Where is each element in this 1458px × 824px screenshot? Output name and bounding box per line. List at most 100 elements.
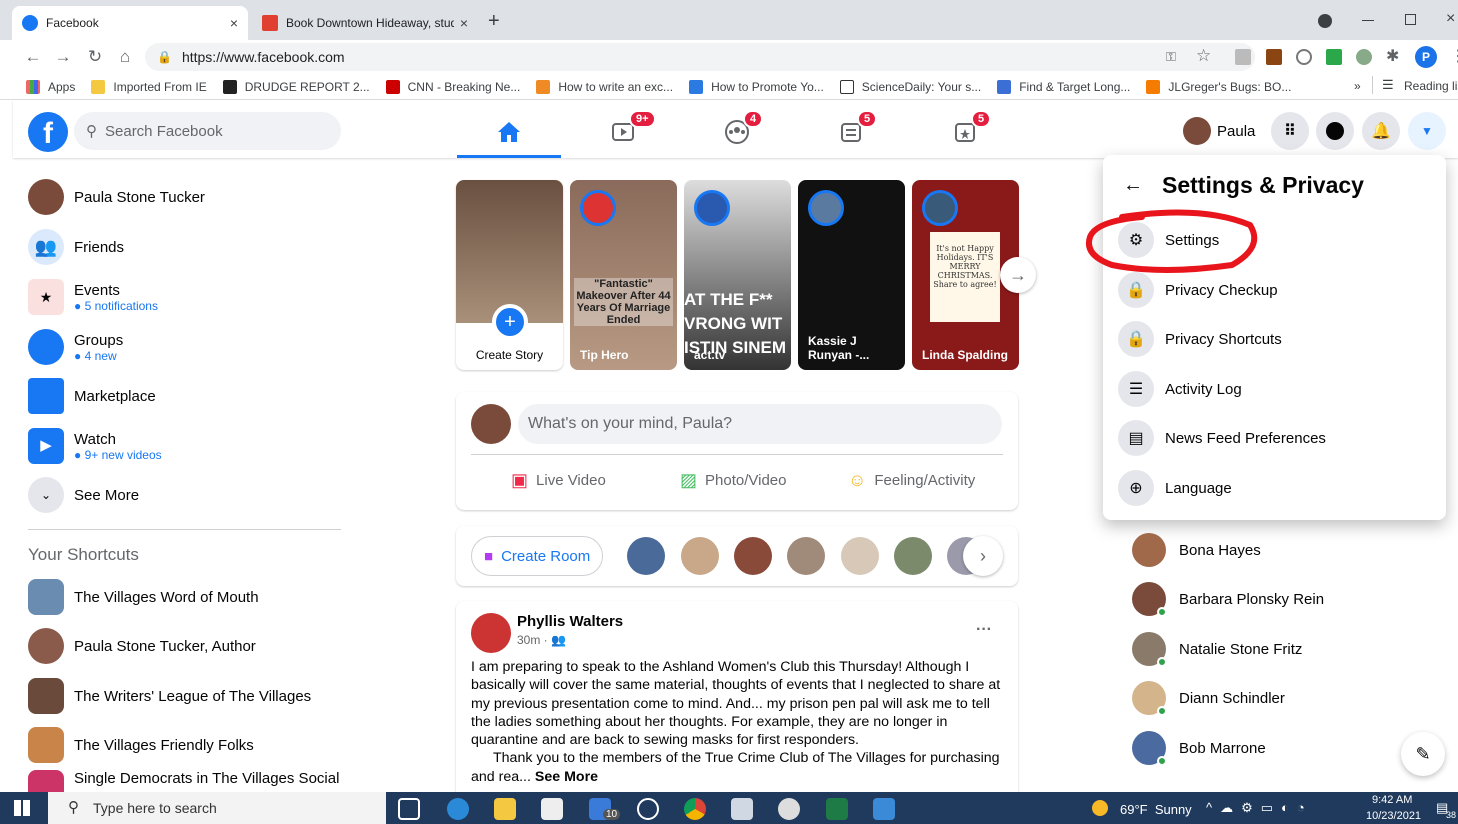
nav-home-tab[interactable] (457, 108, 561, 158)
bookmark-drudge[interactable]: DRUDGE REPORT 2... (222, 79, 370, 94)
shortcut-item[interactable]: The Writers' League of The Villages (28, 671, 311, 721)
sidebar-item-marketplace[interactable]: Marketplace (28, 371, 156, 421)
url-field[interactable]: 🔒 https://www.facebook.com (145, 43, 1255, 71)
story-card[interactable]: AT THE F** VRONG WIT ISTIN SINEM act.tv (684, 180, 791, 370)
reload-icon[interactable]: ↻ (83, 45, 107, 69)
file-explorer-icon[interactable] (494, 798, 516, 820)
see-more-link[interactable]: See More (535, 769, 598, 785)
menu-item-language[interactable]: ⊕ Language (1118, 463, 1232, 513)
bookmark-cnn[interactable]: CNN - Breaking Ne... (385, 79, 520, 94)
menu-dots-icon[interactable]: ⋮ (1450, 46, 1458, 66)
calculator-icon[interactable] (731, 798, 753, 820)
chevron-right-icon[interactable]: › (963, 536, 1003, 576)
new-message-icon[interactable]: ✎ (1401, 732, 1445, 776)
close-tab-icon[interactable]: × (230, 15, 238, 31)
contact-item[interactable]: Barbara Plonsky Rein (1132, 574, 1324, 624)
composer-input[interactable]: What's on your mind, Paula? (518, 404, 1002, 444)
new-tab-button[interactable]: + (488, 10, 500, 33)
bookmark-apps[interactable]: Apps (26, 79, 75, 94)
contact-item[interactable]: Natalie Stone Fritz (1132, 624, 1302, 674)
back-arrow-icon[interactable]: ← (1123, 174, 1143, 197)
story-card[interactable]: Kassie J Runyan -... (798, 180, 905, 370)
menu-item-privacy-shortcuts[interactable]: 🔒 Privacy Shortcuts (1118, 314, 1282, 364)
store-icon[interactable] (541, 798, 563, 820)
back-icon[interactable]: ← (21, 45, 45, 69)
bookmark-sciencedaily[interactable]: ScienceDaily: Your s... (839, 79, 981, 94)
app-icon[interactable] (778, 798, 800, 820)
post-options-icon[interactable]: ··· (976, 621, 992, 639)
sidebar-item-events[interactable]: ★ Events ● 5 notifications (28, 272, 158, 322)
forward-icon[interactable]: → (51, 45, 75, 69)
nav-watch-tab[interactable]: 9+ (571, 108, 675, 156)
photo-video-button[interactable]: ▨ Photo/Video (680, 470, 786, 491)
notifications-button[interactable]: 🔔 (1362, 112, 1400, 150)
create-room-button[interactable]: ■ Create Room (471, 536, 604, 576)
minimize-icon[interactable] (1362, 20, 1374, 21)
dell-icon[interactable] (637, 798, 659, 820)
story-card[interactable]: "Fantastic" Makeover After 44 Years Of M… (570, 180, 677, 370)
see-more-button[interactable]: ⌄ See More (28, 470, 139, 520)
home-icon[interactable]: ⌂ (113, 45, 137, 69)
shortcut-item[interactable]: The Villages Word of Mouth (28, 572, 259, 622)
close-tab-icon[interactable]: × (460, 15, 468, 31)
kindle-extension-icon[interactable] (1266, 49, 1282, 65)
shortcut-item[interactable]: Single Democrats in The Villages Social (28, 770, 339, 792)
task-view-icon[interactable] (398, 798, 420, 820)
tab-facebook[interactable]: Facebook × (12, 6, 248, 40)
extensions-puzzle-icon[interactable]: ✱ (1386, 46, 1399, 66)
extension-icon[interactable] (1356, 49, 1372, 65)
profile-avatar[interactable]: P (1415, 46, 1437, 68)
post-author[interactable]: Phyllis Walters (517, 613, 623, 630)
weather-text[interactable]: 69°F Sunny (1120, 802, 1192, 817)
contact-item[interactable]: Diann Schindler (1132, 673, 1285, 723)
nav-pages-tab[interactable]: 5 (799, 108, 903, 156)
profile-button[interactable]: Paula (1179, 114, 1267, 148)
extension-icon[interactable] (1296, 49, 1312, 65)
sidebar-item-groups[interactable]: Groups ● 4 new (28, 322, 123, 372)
clock-date[interactable]: 10/23/2021 (1366, 810, 1421, 822)
menu-item-news-feed-preferences[interactable]: ▤ News Feed Preferences (1118, 413, 1326, 463)
avatar[interactable] (841, 537, 879, 575)
avatar[interactable] (787, 537, 825, 575)
shortcut-item[interactable]: The Villages Friendly Folks (28, 720, 254, 770)
taskbar-search-input[interactable]: ⚲ Type here to search (48, 792, 386, 824)
reading-list-button[interactable]: Reading list (1404, 79, 1458, 93)
extension-icon[interactable] (1235, 49, 1251, 65)
edge-icon[interactable] (447, 798, 469, 820)
window-close-icon[interactable]: × (1446, 10, 1455, 28)
live-video-button[interactable]: ▣ Live Video (511, 470, 606, 491)
sidebar-item-friends[interactable]: 👥 Friends (28, 222, 124, 272)
tab-search-icon[interactable] (1318, 14, 1332, 28)
bookmark-promote[interactable]: How to Promote Yo... (689, 79, 824, 94)
menu-item-activity-log[interactable]: ☰ Activity Log (1118, 364, 1242, 414)
avatar[interactable] (471, 613, 511, 653)
maximize-icon[interactable] (1405, 14, 1416, 25)
nav-groups-tab[interactable]: 4 (685, 108, 789, 156)
password-key-icon[interactable]: ⚿ (1166, 49, 1176, 65)
tab-book-downtown[interactable]: Book Downtown Hideaway, stud × (252, 6, 478, 40)
bookmarks-overflow-button[interactable]: » (1354, 79, 1361, 93)
bookmark-bugs[interactable]: JLGreger's Bugs: BO... (1146, 79, 1291, 94)
excel-icon[interactable] (826, 798, 848, 820)
bookmark-folder[interactable]: Imported From IE (91, 79, 207, 94)
menu-button[interactable]: ⠿ (1271, 112, 1309, 150)
facebook-logo[interactable]: f (28, 112, 68, 152)
bookmark-write[interactable]: How to write an exc... (536, 79, 673, 94)
sidebar-item-watch[interactable]: ▶ Watch ● 9+ new videos (28, 421, 162, 471)
sidebar-item-profile[interactable]: Paula Stone Tucker (28, 172, 205, 222)
avatar[interactable] (894, 537, 932, 575)
photos-icon[interactable] (873, 798, 895, 820)
contact-item[interactable]: Bob Marrone (1132, 723, 1266, 773)
nav-events-tab[interactable]: 5 (913, 108, 1017, 156)
avatar[interactable] (734, 537, 772, 575)
avatar[interactable] (627, 537, 665, 575)
messenger-button[interactable] (1316, 112, 1354, 150)
feeling-activity-button[interactable]: ☺ Feeling/Activity (848, 470, 975, 491)
bookmark-find-target[interactable]: Find & Target Long... (997, 79, 1130, 94)
shortcut-item[interactable]: Paula Stone Tucker, Author (28, 621, 256, 671)
clock-time[interactable]: 9:42 AM (1372, 794, 1412, 806)
chrome-icon[interactable] (684, 798, 706, 820)
stories-next-arrow-icon[interactable]: → (1000, 257, 1036, 293)
system-tray-icons[interactable]: ^☁⚙▭◐◔ (1206, 800, 1313, 816)
create-story-card[interactable]: + Create Story (456, 180, 563, 370)
